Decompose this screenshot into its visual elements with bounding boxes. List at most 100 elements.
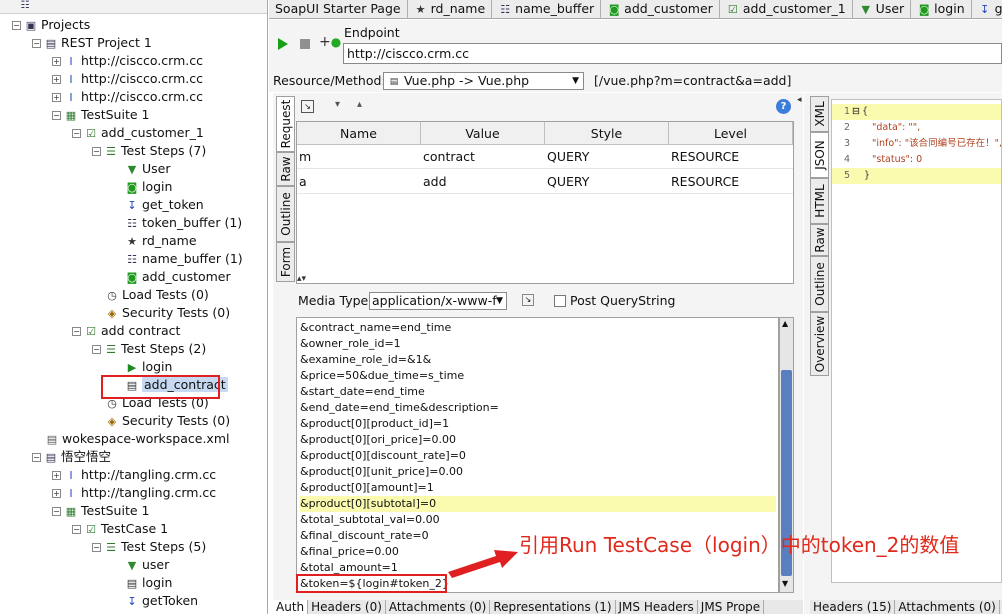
scroll-up-icon[interactable]: ▲ — [782, 319, 788, 328]
param-style-cell[interactable]: QUERY — [545, 170, 669, 194]
tree-item[interactable]: ☷ token_buffer (1) — [112, 214, 242, 232]
expand-icon[interactable]: + — [52, 471, 61, 480]
request-bottom-tab[interactable]: Headers (0) — [308, 600, 386, 614]
tree-item[interactable]: + Ⅰhttp://ciscco.crm.cc — [52, 52, 203, 70]
collapse-icon[interactable]: − — [52, 507, 61, 516]
tree-item[interactable]: − ☰ Test Steps (7) — [92, 142, 206, 160]
editor-tab[interactable]: ☑ add_customer_1 — [719, 0, 853, 18]
request-bottom-tab[interactable]: Representations (1) — [490, 600, 616, 614]
tab-overview[interactable]: Overview — [810, 312, 829, 376]
tree-item[interactable]: ▶ login — [112, 358, 173, 376]
tree-item[interactable]: − ▦ TestSuite 1 — [52, 106, 149, 124]
editor-tab[interactable]: ◙ add_customer — [601, 0, 720, 18]
editor-tab[interactable]: ◙ login — [911, 0, 972, 18]
tab-form[interactable]: Form — [276, 242, 295, 282]
expand-icon[interactable]: + — [52, 489, 61, 498]
collapse-icon[interactable]: − — [32, 453, 41, 462]
editor-tab[interactable]: ☷ name_buffer — [492, 0, 602, 18]
tree-item[interactable]: − ▦ TestSuite 1 — [52, 502, 149, 520]
collapse-icon[interactable]: − — [52, 111, 61, 120]
tree-item[interactable]: ▼ User — [112, 160, 171, 178]
panel-collapse-icon[interactable]: ◂ — [797, 95, 802, 105]
tree-item[interactable]: − ☰ Test Steps (2) — [92, 340, 206, 358]
collapse-icon[interactable]: − — [92, 543, 101, 552]
tree-item[interactable]: + Ⅰhttp://ciscco.crm.cc — [52, 88, 203, 106]
tree-item[interactable]: + Ⅰhttp://ciscco.crm.cc — [52, 70, 203, 88]
tab-outline-response[interactable]: Outline — [810, 256, 829, 312]
tree-item[interactable]: ↧ get_token — [112, 196, 203, 214]
help-icon[interactable]: ? — [776, 99, 791, 114]
collapse-icon[interactable]: − — [72, 327, 81, 336]
tab-html[interactable]: HTML — [810, 178, 829, 224]
param-name-cell[interactable]: m — [297, 145, 421, 169]
param-value-cell[interactable]: add — [421, 170, 545, 194]
column-header-level[interactable]: Level — [669, 122, 793, 145]
editor-tab[interactable]: SoapUI Starter Page — [269, 0, 408, 18]
collapse-icon[interactable]: − — [72, 525, 81, 534]
tree-item[interactable]: ◷ Load Tests (0) — [92, 286, 209, 304]
tree-item[interactable]: − ☑ TestCase 1 — [72, 520, 168, 538]
tab-request[interactable]: Request — [276, 96, 295, 152]
tree-item[interactable]: ◙ login — [112, 178, 173, 196]
tree-item[interactable]: − ☰ Test Steps (5) — [92, 538, 206, 556]
tab-raw-response[interactable]: Raw — [810, 224, 829, 256]
tab-json[interactable]: JSON — [810, 132, 829, 178]
column-header-style[interactable]: Style — [545, 122, 669, 145]
fold-icon[interactable]: ⊟ — [852, 106, 860, 117]
move-down-icon[interactable]: ▾ — [335, 99, 340, 110]
tab-outline[interactable]: Outline — [276, 186, 295, 242]
tab-raw[interactable]: Raw — [276, 152, 295, 186]
params-toolbar-icon[interactable]: ↘ — [301, 100, 314, 113]
editor-tab[interactable]: ↧ get_ — [971, 0, 1002, 18]
tree-item[interactable]: − ▤ REST Project 1 — [32, 34, 152, 52]
splitter-icon[interactable]: ▴▾ — [297, 274, 306, 284]
tab-xml[interactable]: XML — [810, 96, 829, 132]
tree-item[interactable]: + Ⅰhttp://tangling.crm.cc — [52, 466, 216, 484]
request-bottom-tab[interactable]: Auth — [273, 600, 309, 614]
tree-item[interactable]: ◈ Security Tests (0) — [92, 304, 230, 322]
tree-item[interactable]: ★ rd_name — [112, 232, 197, 250]
tree-item[interactable]: ▤ wokespace-workspace.xml — [32, 430, 230, 448]
stop-icon[interactable] — [300, 39, 310, 49]
editor-tab[interactable]: ▼ User — [852, 0, 912, 18]
list-icon[interactable]: ☷ — [18, 0, 32, 13]
move-up-icon[interactable]: ▴ — [357, 99, 362, 110]
tree-item[interactable]: − ☑ add_customer_1 — [72, 124, 204, 142]
resource-method-select[interactable]: ▤ Vue.php -> Vue.php ▼ — [383, 72, 584, 90]
param-level-cell[interactable]: RESOURCE — [669, 145, 793, 169]
run-icon[interactable] — [278, 38, 288, 50]
expand-icon[interactable]: + — [52, 57, 61, 66]
scroll-down-icon[interactable]: ▼ — [782, 579, 788, 588]
tree-item[interactable]: ↧ getToken — [112, 592, 198, 610]
expand-icon[interactable]: + — [52, 75, 61, 84]
tab-response-headers[interactable]: Headers (15) — [810, 600, 896, 614]
collapse-icon[interactable]: − — [92, 345, 101, 354]
add-assertion-icon[interactable]: +● — [319, 34, 341, 50]
tree-item[interactable]: − ▣ Projects — [12, 16, 90, 34]
expand-icon[interactable]: + — [52, 93, 61, 102]
tree-item[interactable]: ☷ name_buffer (1) — [112, 250, 243, 268]
request-bottom-tab[interactable]: JMS Headers — [616, 600, 698, 614]
column-header-name[interactable]: Name — [297, 122, 421, 145]
request-bottom-tab[interactable]: Attachments (0) — [386, 600, 491, 614]
endpoint-input[interactable]: http://ciscco.crm.cc — [343, 43, 1002, 64]
request-bottom-tab[interactable]: JMS Prope — [698, 600, 765, 614]
tree-item[interactable]: + Ⅰhttp://tangling.crm.cc — [52, 484, 216, 502]
tab-response-attachments[interactable]: Attachments (0) — [895, 600, 1000, 614]
column-header-value[interactable]: Value — [421, 122, 545, 145]
tree-item[interactable]: ◙ add_customer — [112, 268, 231, 286]
param-value-cell[interactable]: contract — [421, 145, 545, 169]
media-options-icon[interactable]: ↘ — [522, 294, 534, 306]
collapse-icon[interactable]: − — [72, 129, 81, 138]
param-style-cell[interactable]: QUERY — [545, 145, 669, 169]
collapse-icon[interactable]: − — [32, 39, 41, 48]
post-querystring-checkbox[interactable] — [554, 295, 566, 307]
param-level-cell[interactable]: RESOURCE — [669, 170, 793, 194]
tree-item[interactable]: ▼ user — [112, 556, 170, 574]
param-name-cell[interactable]: a — [297, 170, 421, 194]
tree-item[interactable]: − ▤ 悟空悟空 — [32, 448, 111, 466]
editor-tab[interactable]: ★ rd_name — [407, 0, 493, 18]
collapse-icon[interactable]: − — [92, 147, 101, 156]
tree-item[interactable]: − ☑ add contract — [72, 322, 180, 340]
tree-item[interactable]: ▤ login — [112, 574, 173, 592]
